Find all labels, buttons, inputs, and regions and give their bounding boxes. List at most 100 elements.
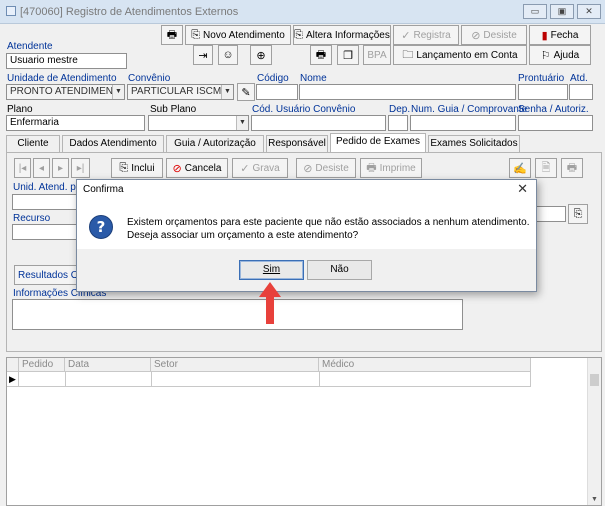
panel-print-button[interactable]: 🖶 (561, 158, 583, 178)
grava-label: Grava (252, 162, 280, 174)
cancela-button[interactable]: ⊘ Cancela (166, 158, 228, 178)
atendente-label: Atendente (7, 41, 53, 52)
tab-dados-atendimento[interactable]: Dados Atendimento (62, 135, 164, 152)
save-icon: ✓ (240, 162, 250, 175)
registra-label: Registra (413, 29, 451, 41)
unid-atend-field[interactable] (12, 194, 82, 210)
nav-prev-button[interactable]: ◂ (33, 158, 50, 178)
printer-icon: 🖶 (366, 161, 377, 174)
num-guia-label: Num. Guia / Comprovante (411, 104, 528, 115)
atendente-field[interactable]: Usuario mestre (6, 53, 127, 69)
desiste-button[interactable]: ⊘ Desiste (461, 25, 527, 45)
num-guia-field[interactable] (410, 115, 516, 131)
zoom-button[interactable]: ⊕ (250, 45, 272, 65)
validate-button[interactable]: ✍ (509, 158, 531, 178)
nav-first-button[interactable]: |◂ (14, 158, 31, 178)
nao-label: Não (330, 264, 349, 275)
grid-scrollbar[interactable]: ▼ (587, 358, 601, 505)
col-pedido[interactable]: Pedido (19, 358, 65, 372)
stamp-icon: ✍ (513, 162, 527, 175)
tab-guia-autorizacao[interactable]: Guia / Autorização (166, 135, 264, 152)
grava-button[interactable]: ✓ Grava (232, 158, 288, 178)
nav-next-button[interactable]: ▸ (52, 158, 69, 178)
chevron-down-icon: ▼ (236, 116, 248, 130)
copy-button[interactable]: ❐ (337, 45, 359, 65)
nav-last-button[interactable]: ▸| (71, 158, 90, 178)
ajuda-button[interactable]: ⚐ Ajuda (529, 45, 591, 65)
subplano-label: Sub Plano (150, 104, 197, 115)
enter-button[interactable]: ⇥ (193, 45, 213, 65)
lookup-icon: ⎘ (573, 207, 583, 220)
printer-icon: 🖶 (566, 161, 578, 174)
col-medico[interactable]: Médico (319, 358, 531, 372)
scroll-thumb[interactable] (590, 374, 599, 386)
print-button[interactable]: 🖶 (161, 25, 183, 45)
maximize-button[interactable]: ▣ (550, 4, 574, 19)
inclui-button[interactable]: ⎘ Inclui (111, 158, 163, 178)
lancamento-em-conta-button[interactable]: 🗀 Lançamento em Conta (393, 45, 527, 65)
document-button[interactable]: 🗎 (535, 158, 557, 178)
window-title: [470060] Registro de Atendimentos Extern… (20, 6, 239, 18)
cell-divider (530, 372, 531, 386)
prontuario-field[interactable] (518, 84, 568, 100)
panel-desiste-label: Desiste (315, 162, 349, 174)
novo-atendimento-button[interactable]: ⎘ Novo Atendimento (185, 25, 291, 45)
nome-label: Nome (300, 73, 327, 84)
sim-button[interactable]: Sim (239, 260, 304, 280)
dialog-close-icon[interactable]: ✕ (517, 181, 528, 197)
col-data[interactable]: Data (65, 358, 151, 372)
bpa-label: BPA (367, 49, 387, 61)
chevron-down-icon: ▼ (221, 85, 233, 99)
codigo-label: Código (257, 73, 289, 84)
ajuda-label: Ajuda (553, 49, 580, 61)
fecha-label: Fecha (550, 29, 579, 41)
codigo-field[interactable] (256, 84, 298, 100)
cod-usuario-label: Cód. Usuário Convênio (252, 104, 356, 115)
resultados-tab[interactable]: Resultados O (14, 265, 79, 285)
altera-informacoes-label: Altera Informações (305, 29, 390, 41)
cancela-label: Cancela (184, 162, 222, 174)
nome-field[interactable] (299, 84, 516, 100)
grid-corner (7, 358, 19, 372)
tab-pedido-de-exames[interactable]: Pedido de Exames (330, 133, 426, 153)
unidade-select[interactable]: PRONTO ATENDIMENT ▼ (6, 84, 125, 100)
tab-responsavel[interactable]: Responsável (266, 135, 328, 152)
print-2-button[interactable]: 🖶 (310, 45, 332, 65)
registra-button[interactable]: ✓ Registra (393, 25, 459, 45)
col-setor[interactable]: Setor (151, 358, 319, 372)
altera-informacoes-button[interactable]: ⎘ Altera Informações (293, 25, 391, 45)
lookup-button[interactable]: ⎘ (568, 204, 588, 224)
scroll-down-icon[interactable]: ▼ (591, 496, 598, 503)
person-icon: ☺ (222, 49, 234, 61)
unidade-value: PRONTO ATENDIMENT (10, 86, 120, 97)
recurso-label: Recurso (13, 213, 51, 224)
bpa-button[interactable]: BPA (363, 45, 391, 65)
informacoes-clinicas-field[interactable] (12, 299, 463, 330)
panel-desiste-button[interactable]: ⊘ Desiste (296, 158, 356, 178)
plano-field[interactable]: Enfermaria (6, 115, 145, 131)
question-icon: ? (89, 215, 113, 239)
pen-button[interactable]: ✎ (237, 83, 255, 101)
tab-cliente[interactable]: Cliente (6, 135, 60, 152)
cod-usuario-field[interactable] (251, 115, 386, 131)
close-window-button[interactable]: ✕ (577, 4, 601, 19)
convenio-select[interactable]: PARTICULAR ISCMC ▼ (127, 84, 234, 100)
tab-exames-solicitados[interactable]: Exames Solicitados (428, 135, 520, 152)
unid-atend-label: Unid. Atend. pa (13, 182, 82, 193)
senha-field[interactable] (518, 115, 593, 131)
add-record-icon: ⎘ (119, 161, 129, 174)
recurso-field[interactable] (12, 224, 82, 240)
dep-field[interactable] (388, 115, 408, 131)
fecha-button[interactable]: ▮ Fecha (529, 25, 591, 45)
atd-field[interactable] (569, 84, 593, 100)
cell-divider (319, 372, 320, 386)
imprime-button[interactable]: 🖶 Imprime (360, 158, 422, 178)
table-row[interactable]: ▶ (7, 372, 531, 387)
chevron-down-icon: ▼ (112, 85, 124, 99)
subplano-select[interactable]: ▼ (148, 115, 249, 131)
minimize-button[interactable]: ▭ (523, 4, 547, 19)
confirm-dialog: Confirma ✕ ? Existem orçamentos para est… (76, 179, 537, 292)
person-search-button[interactable]: ☺ (218, 45, 238, 65)
nao-button[interactable]: Não (307, 260, 372, 280)
pedidos-grid[interactable]: Pedido Data Setor Médico ▶ ▼ (6, 357, 602, 506)
